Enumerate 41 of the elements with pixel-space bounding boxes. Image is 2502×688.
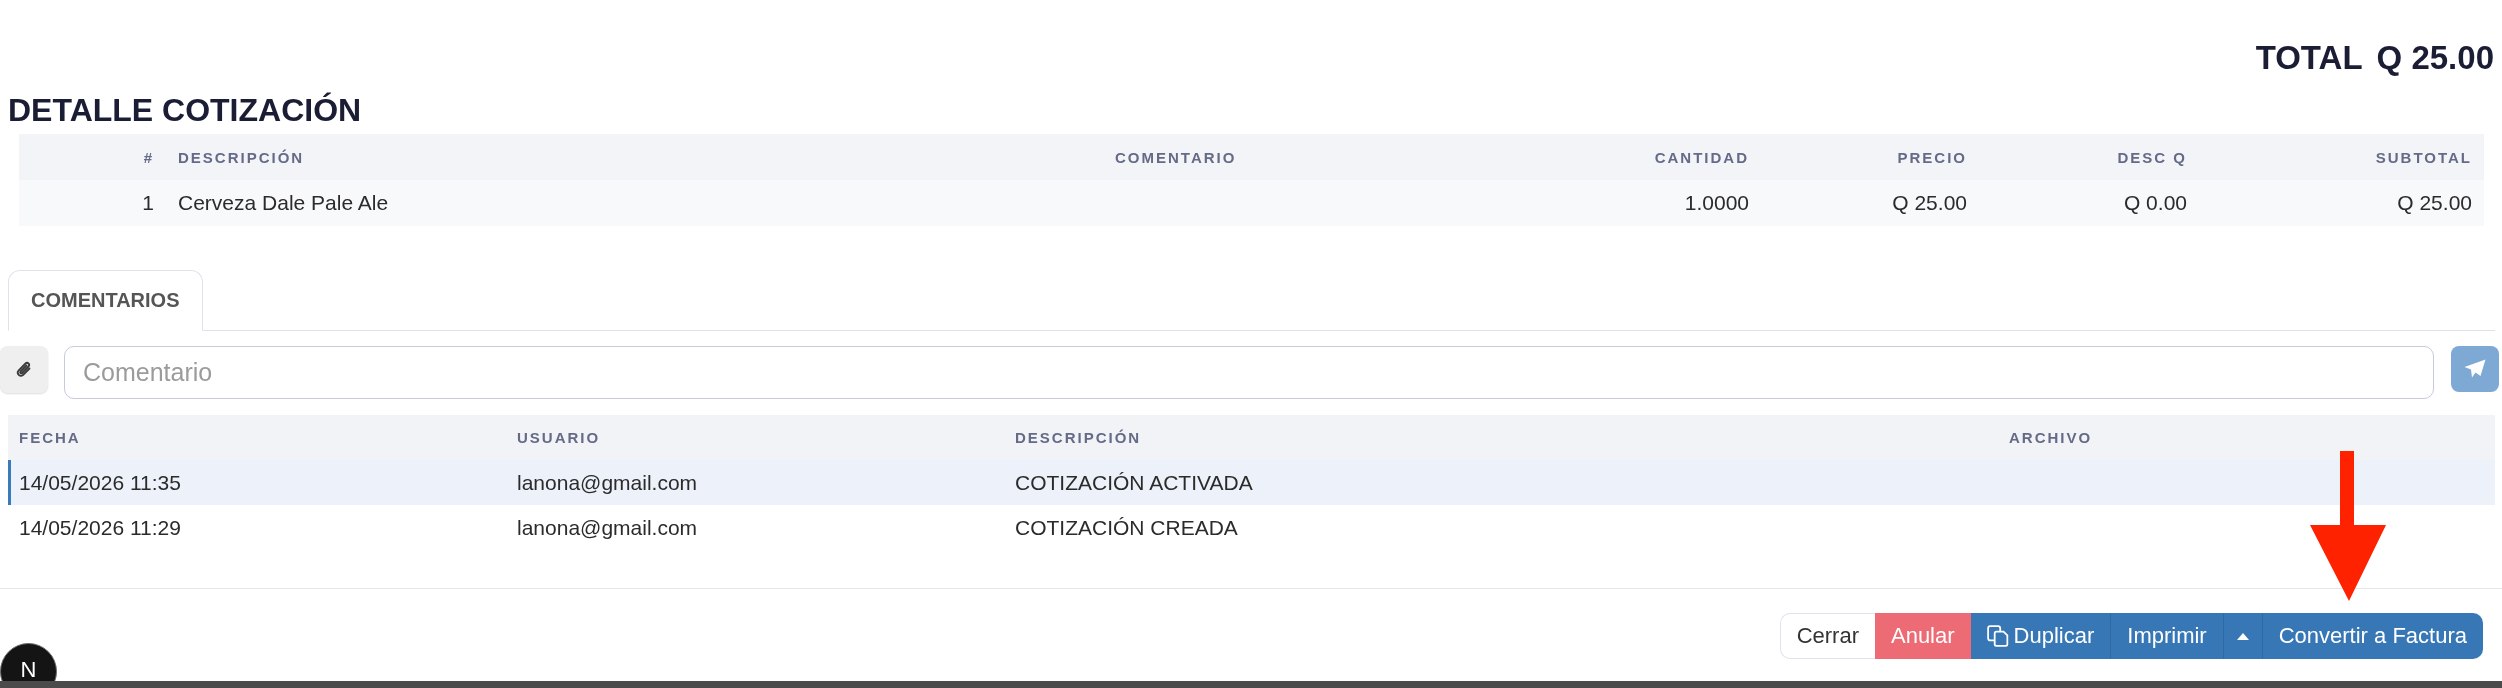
column-header: COMENTARIO: [1114, 148, 1238, 166]
column-header: SUBTOTAL: [2374, 148, 2473, 166]
table-cell-text: 14/05/2026 11:29: [18, 516, 182, 540]
table-cell-text: Q 25.00: [2396, 191, 2473, 215]
action-button[interactable]: Convertir a Factura: [2261, 613, 2483, 659]
paperclip-icon: [15, 359, 33, 380]
action-button[interactable]: Cerrar: [1779, 613, 1875, 659]
total-amount: Q 25.00: [2376, 38, 2494, 78]
section-title: DETALLE COTIZACIÓN: [7, 91, 363, 130]
table-cell-text: Cerveza Dale Pale Ale: [177, 191, 390, 215]
column-header: #: [142, 148, 155, 166]
column-header: FECHA: [18, 429, 82, 446]
dev-tools-button[interactable]: N: [0, 643, 57, 681]
comment-field[interactable]: Comentario: [64, 346, 2434, 399]
table-row[interactable]: 14/05/2026 11:35 lanona@gmail.com COTIZACIÓN ACTIVADA: [8, 460, 2495, 505]
table-cell-text: COTIZACIÓN ACTIVADA: [1014, 470, 1254, 495]
column-header: ARCHIVO: [2008, 429, 2094, 446]
table-cell-text: Q 0.00: [2122, 191, 2188, 215]
table-row[interactable]: 14/05/2026 11:29 lanona@gmail.com COTIZACIÓN CREADA: [8, 505, 2495, 551]
action-button[interactable]: Duplicar: [1970, 613, 2111, 659]
action-button[interactable]: Imprimir: [2110, 613, 2223, 659]
comments-tab[interactable]: COMENTARIOS: [8, 270, 203, 331]
column-header: DESC Q: [2116, 148, 2188, 166]
attach-button[interactable]: [0, 346, 48, 393]
column-header: DESCRIPCIÓN: [177, 148, 306, 166]
table-cell-text: COTIZACIÓN CREADA: [1014, 516, 1239, 540]
table-cell-text: lanona@gmail.com: [516, 516, 699, 540]
table-cell-text: 1: [141, 191, 155, 215]
total-label: TOTAL: [2255, 38, 2363, 78]
send-button[interactable]: [2451, 346, 2499, 392]
dropdown-button[interactable]: [2222, 613, 2262, 659]
table-cell-text: Q 25.00: [1891, 191, 1968, 215]
table-cell-text: 1.0000: [1683, 191, 1750, 215]
table-cell-text: 14/05/2026 11:35: [18, 470, 182, 495]
send-icon: [2464, 359, 2486, 379]
caret-icon: [2236, 632, 2249, 640]
column-header: PRECIO: [1896, 148, 1968, 166]
column-header: CANTIDAD: [1653, 148, 1750, 166]
column-header: DESCRIPCIÓN: [1014, 429, 1143, 446]
table-cell-text: lanona@gmail.com: [516, 470, 699, 495]
column-header: USUARIO: [516, 429, 602, 446]
